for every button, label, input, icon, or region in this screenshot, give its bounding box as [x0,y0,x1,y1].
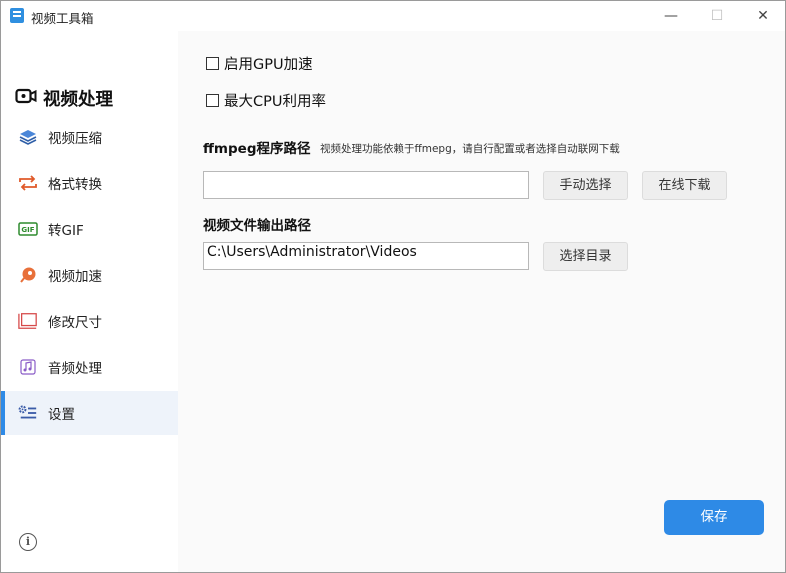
maximize-button[interactable]: ☐ [707,6,727,26]
window-title: 视频工具箱 [31,11,94,26]
online-download-button[interactable]: 在线下载 [642,171,727,200]
sidebar-item-to-gif[interactable]: GIF 转GIF [1,207,178,251]
choose-directory-button[interactable]: 选择目录 [543,242,628,271]
sidebar-item-label: 修改尺寸 [48,315,102,331]
close-button[interactable]: ✕ [753,6,773,26]
minimize-button[interactable]: — [661,6,681,26]
info-icon[interactable]: i [19,533,37,551]
app-window: 视频工具箱 — ☐ ✕ 视频处理 视频压缩 格式转换 GIF 转GIF 视频加速… [0,0,786,573]
sidebar-item-video-speed[interactable]: 视频加速 [1,253,178,297]
sidebar-item-resize[interactable]: 修改尺寸 [1,299,178,343]
app-logo-icon [10,8,24,23]
sidebar-item-format-convert[interactable]: 格式转换 [1,161,178,205]
save-button[interactable]: 保存 [664,500,764,535]
svg-text:GIF: GIF [21,226,34,234]
settings-panel: 启用GPU加速 最大CPU利用率 ffmpeg程序路径 视频处理功能依赖于ffm… [178,31,785,572]
output-path-input[interactable] [203,242,529,270]
video-camera-icon [15,87,37,109]
sidebar-item-label: 视频加速 [48,269,102,285]
cpu-checkbox[interactable] [206,94,219,107]
sidebar-header: 视频处理 [15,86,113,110]
cpu-checkbox-label: 最大CPU利用率 [224,94,326,110]
resize-icon [18,311,38,331]
sidebar-item-settings[interactable]: 设置 [1,391,178,435]
gpu-checkbox[interactable] [206,57,219,70]
ffmpeg-path-input[interactable] [203,171,529,199]
sidebar-item-label: 视频压缩 [48,131,102,147]
sidebar-header-label: 视频处理 [43,89,113,110]
manual-select-button[interactable]: 手动选择 [543,171,628,200]
gpu-acceleration-option[interactable]: 启用GPU加速 [206,53,313,74]
settings-icon [18,403,38,423]
sidebar-item-audio[interactable]: 音频处理 [1,345,178,389]
sidebar-item-label: 格式转换 [48,177,102,193]
ffmpeg-path-title: ffmpeg程序路径 [203,141,311,157]
max-cpu-option[interactable]: 最大CPU利用率 [206,90,326,111]
rocket-icon [18,265,38,285]
gif-icon: GIF [18,219,38,239]
gpu-checkbox-label: 启用GPU加速 [224,57,313,73]
convert-icon [18,173,38,193]
ffmpeg-path-hint: 视频处理功能依赖于ffmepg，请自行配置或者选择自动联网下载 [320,143,620,155]
sidebar-item-label: 设置 [48,407,75,423]
sidebar-item-video-compress[interactable]: 视频压缩 [1,115,178,159]
sidebar-item-label: 音频处理 [48,361,102,377]
output-path-title: 视频文件输出路径 [203,218,311,234]
sidebar: 视频处理 视频压缩 格式转换 GIF 转GIF 视频加速 修改尺寸 音频处理 设… [1,31,178,572]
title-bar: 视频工具箱 — ☐ ✕ [1,1,785,31]
layers-icon [18,127,38,147]
music-icon [18,357,38,377]
sidebar-item-label: 转GIF [48,223,84,239]
